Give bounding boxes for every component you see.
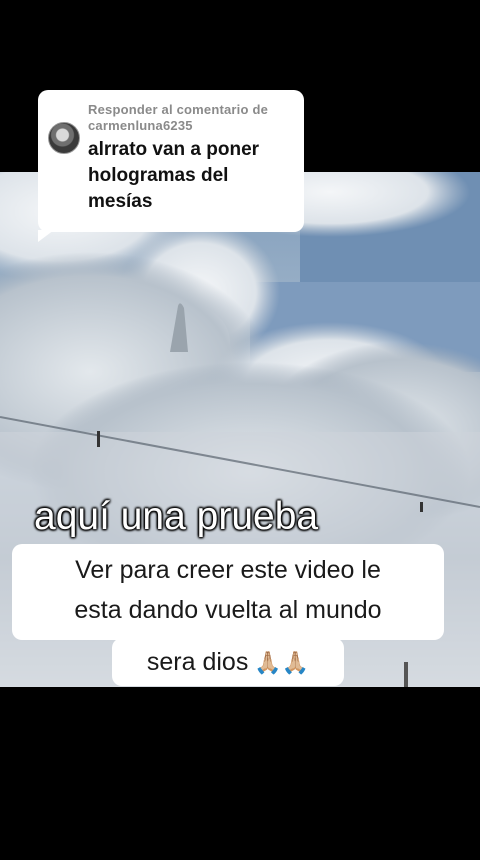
- caption-line-1: Ver para creer este video le: [75, 556, 381, 584]
- caption-line-3: sera dios: [146, 648, 249, 676]
- caption-box-main: Ver para creer este video le esta dando …: [12, 544, 444, 640]
- reply-header-label: Responder al comentario de: [88, 102, 269, 117]
- reply-comment-text: alrrato van a poner hologramas del mesía…: [88, 139, 260, 212]
- praying-hands-icon: 🙏🏼🙏🏼: [254, 651, 310, 676]
- reply-username[interactable]: carmenluna6235: [88, 118, 193, 133]
- commenter-avatar[interactable]: [48, 122, 80, 154]
- caption-box-last: sera dios 🙏🏼🙏🏼: [112, 638, 344, 686]
- overlay-caption: aquí una prueba: [34, 495, 319, 538]
- reply-comment-bubble[interactable]: Responder al comentario de carmenluna623…: [38, 90, 304, 242]
- bubble-tail: [38, 230, 54, 242]
- caption-line-2: esta dando vuelta al mundo: [74, 596, 382, 624]
- reply-header: Responder al comentario de carmenluna623…: [88, 102, 290, 134]
